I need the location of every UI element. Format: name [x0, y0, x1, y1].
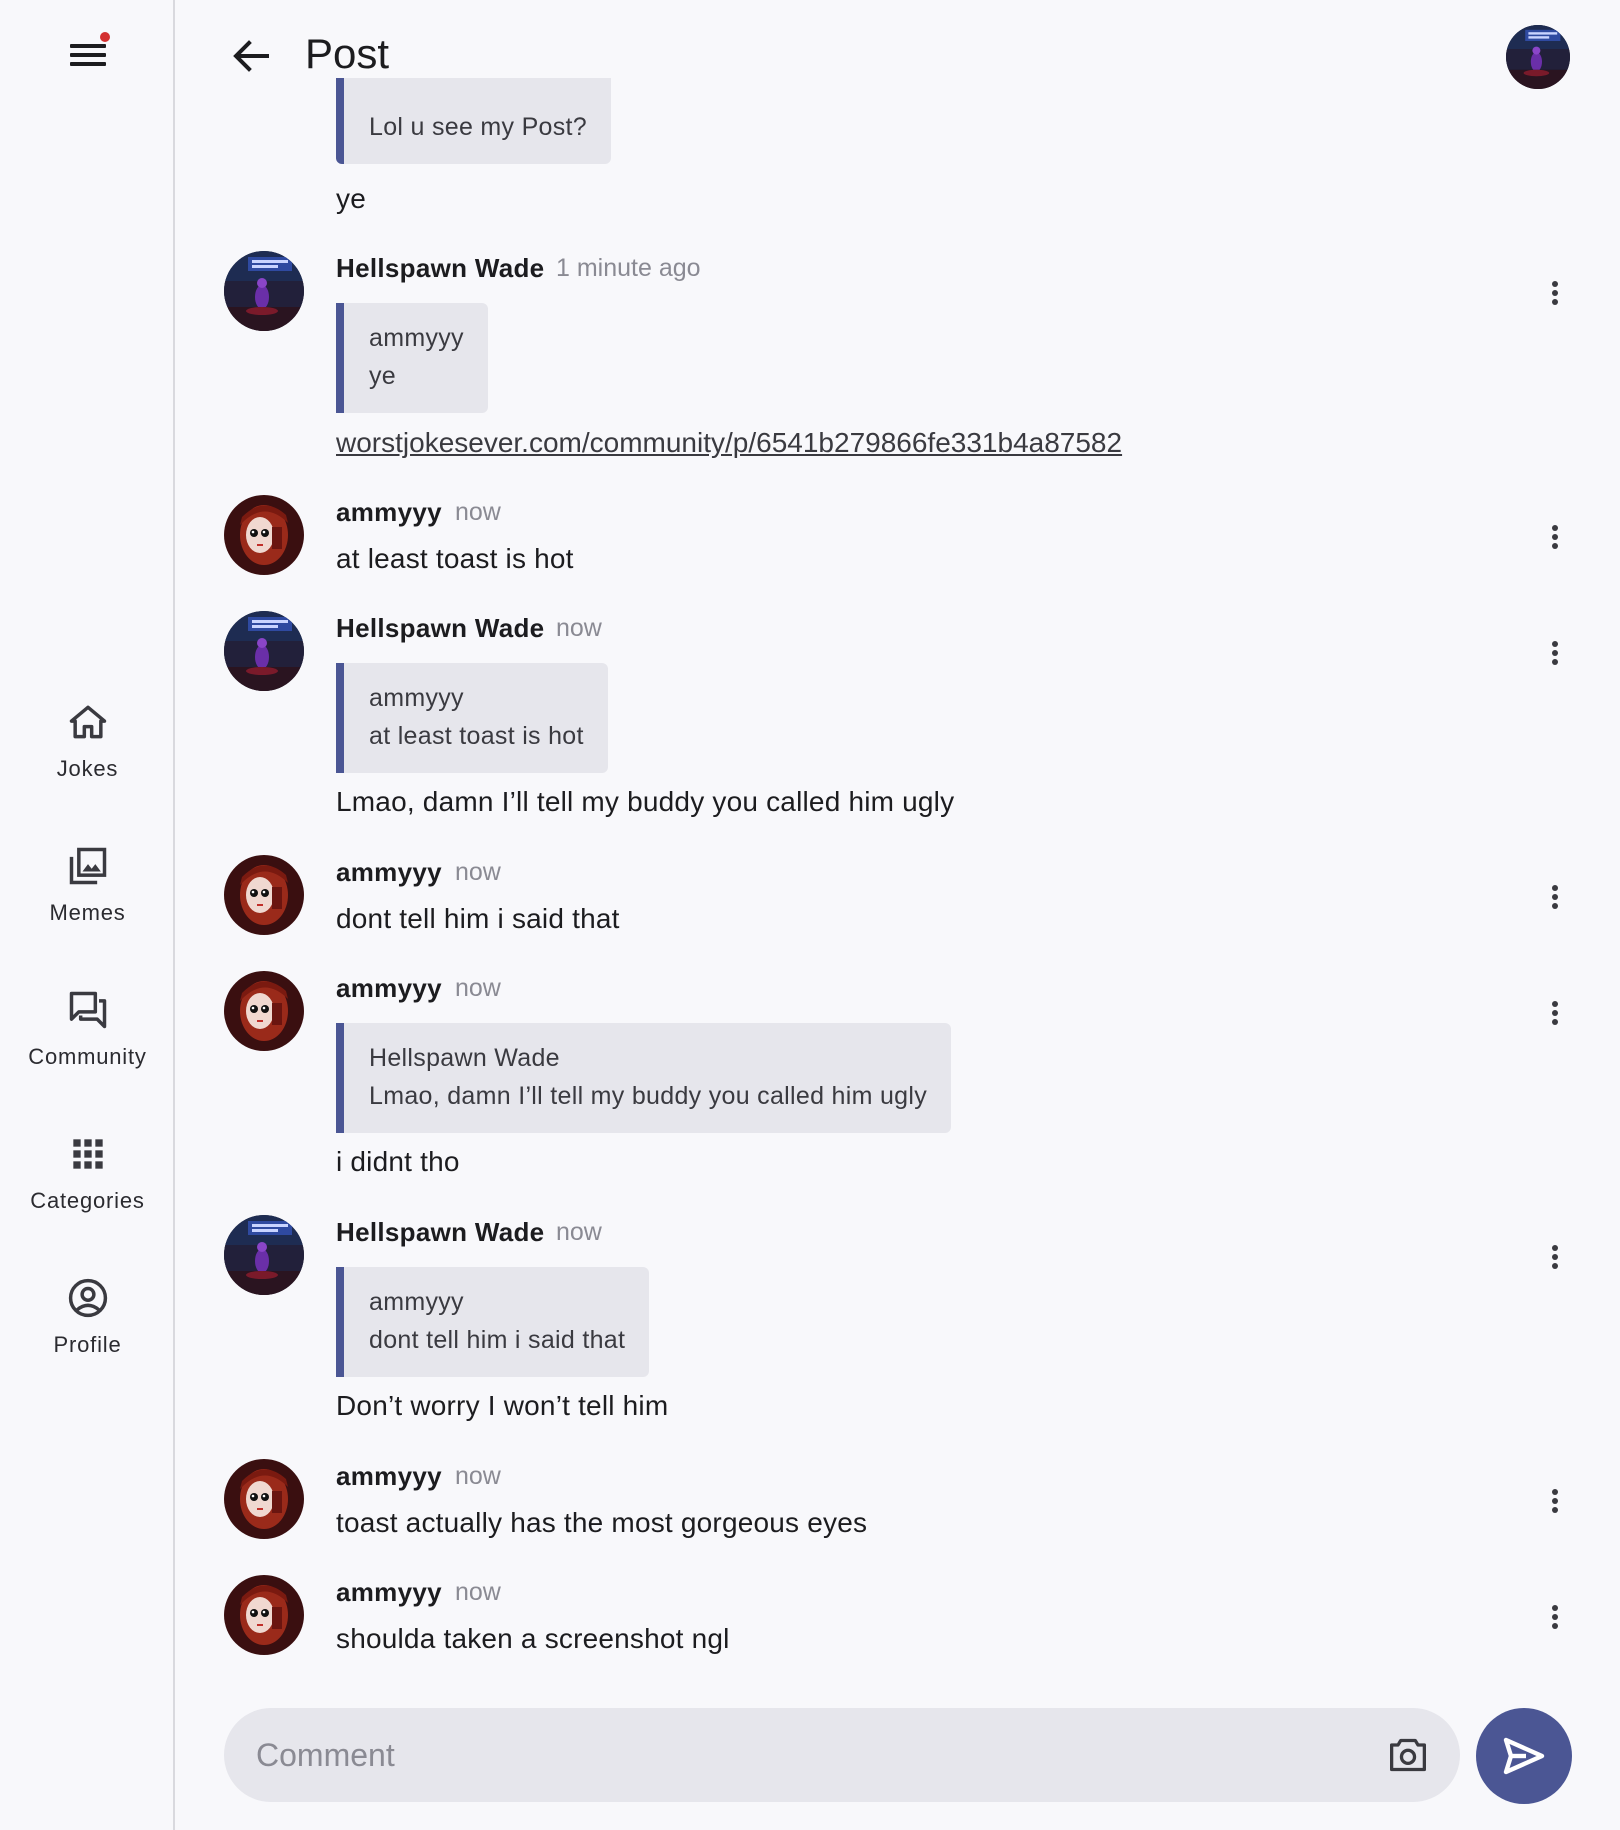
quote-block: ammyyy at least toast is hot [336, 663, 608, 773]
sidebar-item-categories[interactable]: Categories [0, 1132, 175, 1252]
timestamp: now [556, 1218, 602, 1246]
more-options-icon[interactable] [1545, 271, 1565, 315]
quote-user: ammyyy [369, 684, 464, 712]
avatar[interactable] [224, 855, 304, 935]
quote-block: Hellspawn Wade Lmao, damn I’ll tell my b… [336, 1023, 952, 1133]
timestamp: now [455, 1578, 501, 1606]
sidebar-item-profile[interactable]: Profile [0, 1276, 175, 1396]
timestamp: now [455, 974, 501, 1002]
username[interactable]: ammyyy [336, 1577, 442, 1608]
sidebar-item-memes[interactable]: Memes [0, 844, 175, 964]
send-icon [1503, 1737, 1545, 1775]
message-text: Lmao, damn I’ll tell my buddy you called… [336, 786, 955, 817]
username[interactable]: ammyyy [336, 1461, 442, 1492]
menu-icon[interactable] [68, 32, 110, 70]
avatar[interactable] [224, 1459, 304, 1539]
avatar[interactable] [224, 971, 304, 1051]
apps-grid-icon [72, 1139, 103, 1169]
more-options-icon[interactable] [1545, 875, 1565, 919]
user-avatar[interactable] [1506, 25, 1570, 89]
username[interactable]: Hellspawn Wade [336, 253, 544, 284]
username[interactable]: Hellspawn Wade [336, 1217, 544, 1248]
message-text: dont tell him i said that [336, 903, 620, 934]
sidebar-item-label: Jokes [56, 756, 119, 781]
quote-text: Lol u see my Post? [369, 113, 588, 141]
send-button[interactable] [1476, 1708, 1572, 1804]
more-options-icon[interactable] [1545, 1479, 1565, 1523]
message-text: ye [336, 183, 366, 214]
quote-block: ammyyy ye [336, 303, 488, 413]
message-text: at least toast is hot [336, 543, 574, 574]
back-arrow-icon[interactable] [227, 32, 275, 80]
notification-dot [100, 32, 110, 42]
sidebar-item-label: Profile [53, 1332, 122, 1357]
sidebar-item-community[interactable]: Community [0, 988, 175, 1108]
sidebar-item-label: Categories [30, 1188, 145, 1213]
more-options-icon[interactable] [1545, 1235, 1565, 1279]
image-gallery-icon [69, 847, 106, 885]
post-link[interactable]: worstjokesever.com/community/p/6541b2798… [336, 427, 1122, 459]
page-title: Post [305, 30, 390, 77]
comment-input[interactable] [256, 1708, 1356, 1802]
quote-text: dont tell him i said that [369, 1326, 626, 1354]
quote-user: ammyyy [369, 1288, 464, 1316]
sidebar-item-jokes[interactable]: Jokes [0, 700, 175, 820]
quote-user: ammyyy [369, 324, 464, 352]
timestamp: now [455, 1462, 501, 1490]
camera-icon[interactable] [1386, 1735, 1430, 1775]
timestamp: 1 minute ago [556, 254, 701, 282]
username[interactable]: ammyyy [336, 857, 442, 888]
comment-bar [224, 1708, 1460, 1802]
more-options-icon[interactable] [1545, 991, 1565, 1035]
quote-block: ammyyy dont tell him i said that [336, 1267, 650, 1377]
avatar[interactable] [224, 1575, 304, 1655]
timestamp: now [455, 858, 501, 886]
more-options-icon[interactable] [1545, 1595, 1565, 1639]
quote-text: ye [369, 362, 397, 390]
avatar[interactable] [224, 495, 304, 575]
sidebar-item-label: Community [28, 1044, 147, 1069]
message-text: toast actually has the most gorgeous eye… [336, 1507, 868, 1538]
sidebar: Jokes Memes Community Categories Profile [0, 0, 175, 1830]
quote-text: at least toast is hot [369, 722, 584, 750]
message-text: i didnt tho [336, 1146, 460, 1177]
quote-text: Lmao, damn I’ll tell my buddy you called… [369, 1082, 928, 1110]
timestamp: now [455, 498, 501, 526]
username[interactable]: Hellspawn Wade [336, 613, 544, 644]
username[interactable]: ammyyy [336, 497, 442, 528]
avatar[interactable] [224, 1215, 304, 1295]
avatar[interactable] [224, 251, 304, 331]
avatar[interactable] [224, 611, 304, 691]
more-options-icon[interactable] [1545, 515, 1565, 559]
account-circle-icon [68, 1278, 107, 1318]
quote-user: Hellspawn Wade [369, 1044, 560, 1072]
app-header: Post [177, 0, 1620, 112]
sidebar-item-label: Memes [49, 900, 126, 925]
comment-feed: Lol u see my Post? ye Hellspawn Wade 1 m… [177, 0, 1620, 1690]
forum-icon [69, 991, 106, 1029]
more-options-icon[interactable] [1545, 631, 1565, 675]
message-text: Don’t worry I won’t tell him [336, 1390, 669, 1421]
username[interactable]: ammyyy [336, 973, 442, 1004]
home-icon [69, 705, 106, 739]
message-text: shoulda taken a screenshot ngl [336, 1623, 730, 1654]
timestamp: now [556, 614, 602, 642]
